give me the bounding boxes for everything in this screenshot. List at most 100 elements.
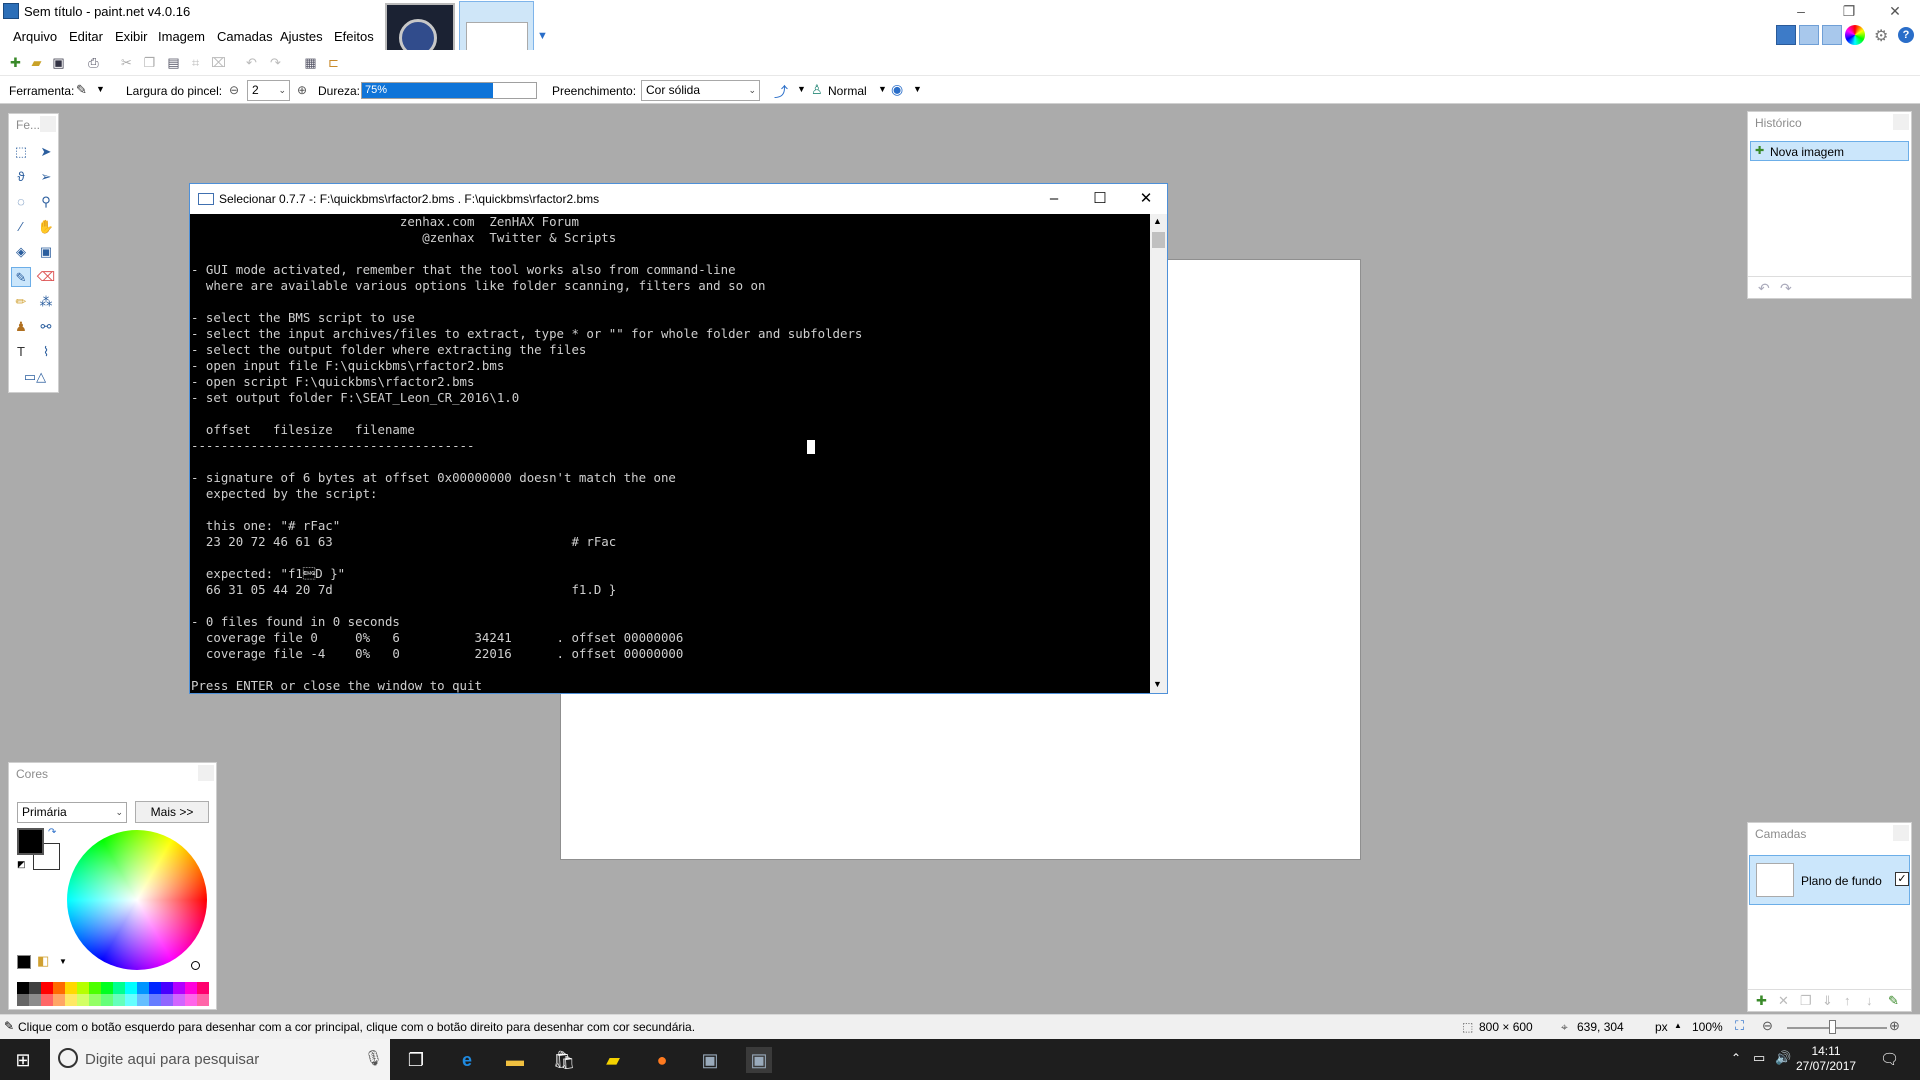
- restore-button[interactable]: ❐: [1834, 0, 1864, 22]
- recolor-icon[interactable]: ⚯: [36, 317, 56, 337]
- console-scrollbar[interactable]: ▲ ▼: [1150, 214, 1167, 693]
- console-close-button[interactable]: ✕: [1134, 188, 1158, 210]
- palette-swatch-shade[interactable]: [77, 994, 89, 1006]
- layer-row[interactable]: Plano de fundo ✓: [1749, 855, 1910, 905]
- palette-swatch[interactable]: [53, 982, 65, 994]
- palette-swatch[interactable]: [149, 982, 161, 994]
- history-item[interactable]: ✚ Nova imagem: [1750, 141, 1909, 161]
- menu-exibir[interactable]: Exibir: [115, 29, 148, 44]
- redo-icon[interactable]: ↷: [268, 55, 283, 70]
- console-output[interactable]: zenhax.com ZenHAX Forum @zenhax Twitter …: [190, 214, 1150, 693]
- paintnet-taskbar-icon[interactable]: ▣: [697, 1047, 723, 1073]
- palette-swatch-shade[interactable]: [173, 994, 185, 1006]
- gradient-icon[interactable]: ▣: [36, 242, 56, 262]
- deselect-icon[interactable]: ⌧: [211, 55, 226, 70]
- palette-swatch-shade[interactable]: [101, 994, 113, 1006]
- antialiasing-icon[interactable]: ⤴: [774, 82, 788, 102]
- windows-start-icon[interactable]: ⊞: [10, 1047, 36, 1073]
- palette-swatch-shade[interactable]: [137, 994, 149, 1006]
- paste-icon[interactable]: ▤: [166, 55, 181, 70]
- scroll-down-icon[interactable]: ▼: [1153, 679, 1162, 689]
- text-icon[interactable]: T: [11, 342, 31, 362]
- palette-swatch[interactable]: [65, 982, 77, 994]
- zoom-slider-thumb[interactable]: [1829, 1020, 1836, 1034]
- clone-stamp-icon[interactable]: ♟: [11, 317, 31, 337]
- menu-arquivo[interactable]: Arquivo: [13, 29, 57, 44]
- rectangle-select-icon[interactable]: ⬚: [11, 142, 31, 162]
- unit-dropdown-icon[interactable]: ▲: [1674, 1021, 1682, 1030]
- new-file-icon[interactable]: ✚: [8, 55, 23, 70]
- taskbar-search-box[interactable]: Digite aqui para pesquisar 🎙: [50, 1039, 390, 1080]
- palette-swatch[interactable]: [77, 982, 89, 994]
- tool-dropdown-icon[interactable]: ▼: [96, 84, 105, 94]
- hardness-slider[interactable]: 75%: [361, 82, 537, 99]
- store-icon[interactable]: 🛍: [551, 1047, 577, 1073]
- palette-swatch-shade[interactable]: [161, 994, 173, 1006]
- close-button[interactable]: ✕: [1880, 0, 1910, 22]
- antialiasing-dropdown-icon[interactable]: ▼: [797, 84, 806, 94]
- menu-efeitos[interactable]: Efeitos: [334, 29, 374, 44]
- palette-swatch[interactable]: [197, 982, 209, 994]
- zoom-in-icon[interactable]: ⊕: [1889, 1018, 1900, 1034]
- tools-window-icon[interactable]: [1776, 25, 1796, 45]
- history-close[interactable]: [1893, 114, 1909, 130]
- edge-browser-icon[interactable]: e: [454, 1047, 480, 1073]
- palette-swatch[interactable]: [41, 982, 53, 994]
- save-icon[interactable]: ▣: [51, 55, 66, 70]
- menu-editar[interactable]: Editar: [69, 29, 103, 44]
- duplicate-layer-icon[interactable]: ❐: [1800, 993, 1812, 1009]
- selection-dropdown-icon[interactable]: ▼: [913, 84, 922, 94]
- image-list-dropdown-icon[interactable]: ▼: [537, 30, 548, 42]
- palette-swatch-shade[interactable]: [41, 994, 53, 1006]
- layer-properties-icon[interactable]: ✎: [1888, 993, 1899, 1009]
- palette-swatch[interactable]: [173, 982, 185, 994]
- history-window-icon[interactable]: [1799, 25, 1819, 45]
- undo-icon[interactable]: ↶: [244, 55, 259, 70]
- primary-color-swatch[interactable]: [17, 828, 44, 855]
- sticky-notes-icon[interactable]: ▰: [600, 1047, 626, 1073]
- palette-menu-icon[interactable]: ◧: [37, 953, 49, 969]
- history-undo-icon[interactable]: ↶: [1758, 280, 1770, 297]
- more-button[interactable]: Mais >>: [135, 801, 209, 823]
- paintbrush-tool-icon[interactable]: ✎: [76, 82, 87, 98]
- layers-window-icon[interactable]: [1822, 25, 1842, 45]
- cut-icon[interactable]: ✂: [119, 55, 134, 70]
- ellipse-select-icon[interactable]: ◌: [11, 192, 31, 212]
- delete-layer-icon[interactable]: ✕: [1778, 993, 1789, 1009]
- line-curve-icon[interactable]: ⌇: [36, 342, 56, 362]
- magic-wand-icon[interactable]: ⁄: [11, 217, 31, 237]
- lasso-select-icon[interactable]: ϑ: [11, 167, 31, 187]
- scroll-up-icon[interactable]: ▲: [1153, 216, 1162, 226]
- menu-imagem[interactable]: Imagem: [158, 29, 205, 44]
- unit-selector[interactable]: px: [1655, 1020, 1668, 1034]
- shapes-icon[interactable]: ▭△: [17, 367, 53, 387]
- move-selection-icon[interactable]: ➢: [36, 167, 56, 187]
- colors-window-icon[interactable]: [1845, 25, 1865, 45]
- color-mode-select[interactable]: Primária ⌄: [17, 802, 127, 823]
- palette-swatch-shade[interactable]: [113, 994, 125, 1006]
- notifications-icon[interactable]: 🗨: [1880, 1050, 1899, 1068]
- layers-close[interactable]: [1893, 825, 1909, 841]
- color-wheel[interactable]: [67, 830, 207, 970]
- reset-colors-icon[interactable]: ◩: [17, 859, 26, 870]
- zoom-slider[interactable]: [1787, 1027, 1887, 1029]
- console-maximize-button[interactable]: ☐: [1088, 188, 1112, 210]
- menu-ajustes[interactable]: Ajustes: [280, 29, 323, 44]
- pan-icon[interactable]: ✋: [36, 217, 56, 237]
- print-icon[interactable]: ⎙: [86, 55, 101, 70]
- palette-swatch[interactable]: [17, 982, 29, 994]
- history-redo-icon[interactable]: ↷: [1780, 280, 1792, 297]
- palette-swatch[interactable]: [185, 982, 197, 994]
- palette-swatch[interactable]: [113, 982, 125, 994]
- grid-icon[interactable]: ▦: [303, 55, 318, 70]
- palette-swatch[interactable]: [89, 982, 101, 994]
- quickbms-taskbar-icon[interactable]: ▣: [746, 1047, 772, 1073]
- pencil-icon[interactable]: ✏: [11, 292, 31, 312]
- paint-bucket-icon[interactable]: ◈: [11, 242, 31, 262]
- blend-dropdown-icon[interactable]: ▼: [878, 84, 887, 94]
- blend-mode-value[interactable]: Normal: [828, 84, 867, 98]
- palette-swatch-shade[interactable]: [197, 994, 209, 1006]
- palette-swatch-shade[interactable]: [125, 994, 137, 1006]
- tray-chevron-icon[interactable]: ⌃: [1731, 1051, 1741, 1065]
- copy-icon[interactable]: ❐: [142, 55, 157, 70]
